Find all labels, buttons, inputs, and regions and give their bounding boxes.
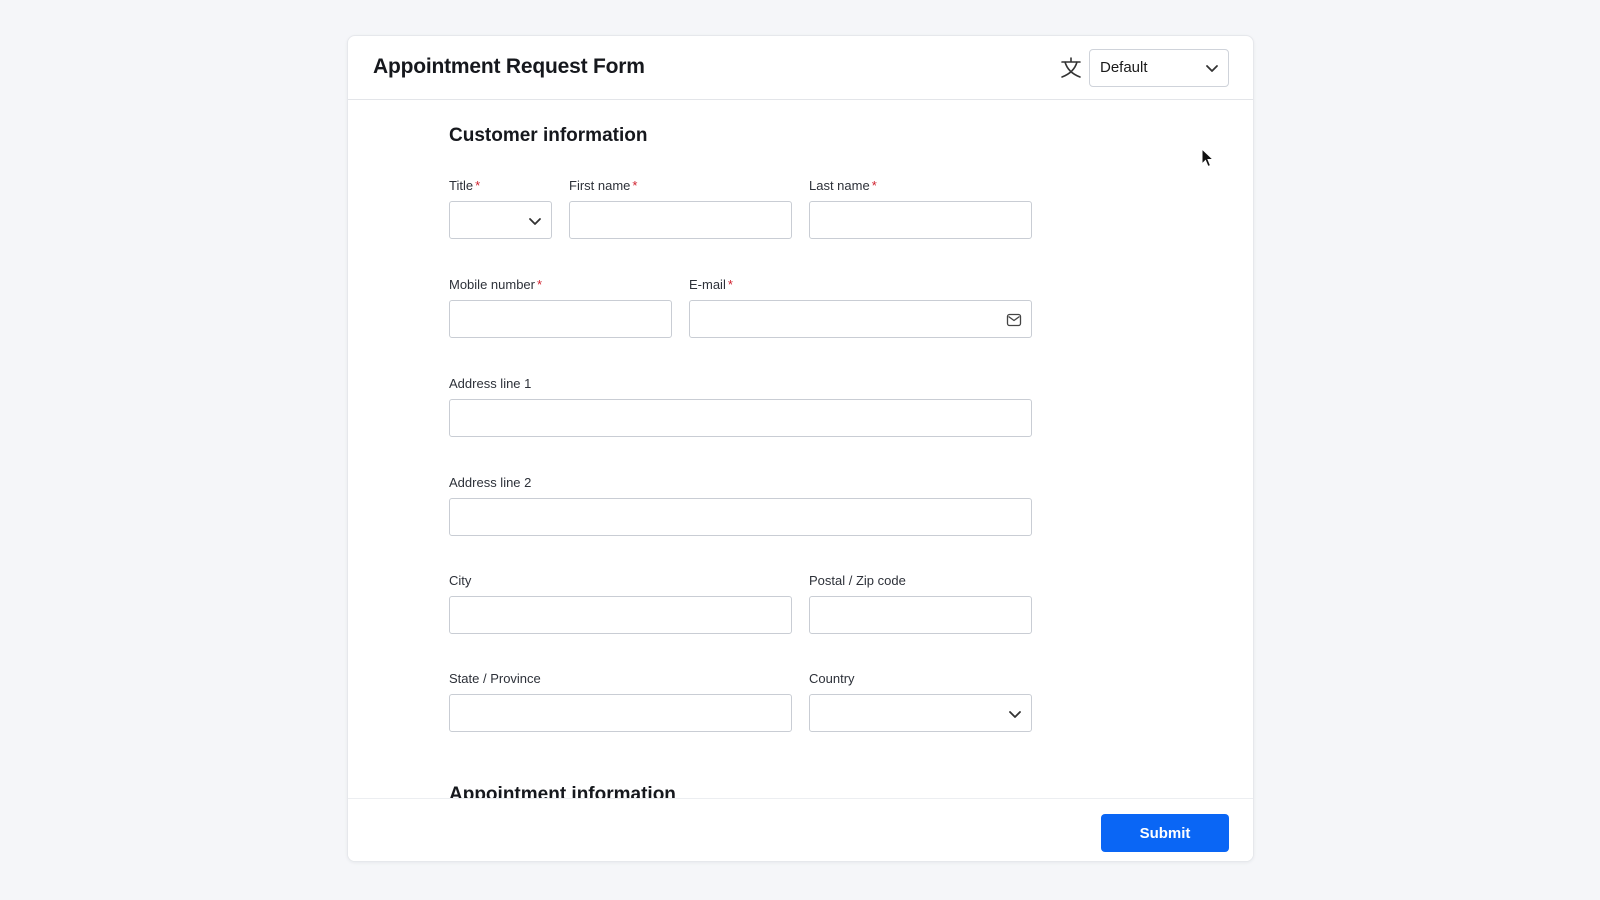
address-line-1-input[interactable]	[449, 399, 1032, 437]
title-label: Title *	[449, 178, 481, 193]
city-label: City	[449, 573, 472, 588]
required-mark: *	[871, 178, 877, 193]
title-select[interactable]	[449, 201, 552, 239]
last-name-label: Last name *	[809, 178, 877, 193]
postal-code-label: Postal / Zip code	[809, 573, 906, 588]
form-title: Appointment Request Form	[373, 55, 645, 78]
city-input[interactable]	[449, 596, 792, 634]
address-line-2-label: Address line 2	[449, 475, 532, 490]
submit-button[interactable]: Submit	[1101, 814, 1229, 852]
email-field[interactable]	[689, 300, 1032, 338]
appointment-section-title: Appointment information	[449, 784, 676, 798]
form-footer: Submit	[348, 798, 1253, 861]
translate-icon[interactable]	[1060, 56, 1082, 80]
address-line-2-input[interactable]	[449, 498, 1032, 536]
required-mark: *	[475, 178, 481, 193]
chevron-down-icon	[1206, 65, 1218, 72]
required-mark: *	[632, 178, 638, 193]
email-label: E-mail *	[689, 277, 733, 292]
address-line-1-label: Address line 1	[449, 376, 532, 391]
country-label: Country	[809, 671, 855, 686]
chevron-down-icon	[1009, 711, 1021, 718]
mobile-number-input[interactable]	[449, 300, 672, 338]
mobile-number-label: Mobile number *	[449, 277, 543, 292]
form-card: Appointment Request Form Default Custome…	[347, 35, 1254, 862]
state-province-label: State / Province	[449, 671, 541, 686]
language-select[interactable]: Default	[1089, 49, 1229, 87]
last-name-input[interactable]	[809, 201, 1032, 239]
form-body[interactable]: Customer information Title * First name * …	[348, 100, 1253, 798]
envelope-icon	[1006, 313, 1022, 327]
mouse-cursor-icon	[1201, 148, 1215, 168]
required-mark: *	[727, 277, 733, 292]
chevron-down-icon	[529, 218, 541, 225]
first-name-label: First name *	[569, 178, 638, 193]
customer-section-title: Customer information	[449, 125, 648, 146]
country-select[interactable]	[809, 694, 1032, 732]
postal-code-input[interactable]	[809, 596, 1032, 634]
required-mark: *	[537, 277, 543, 292]
state-province-input[interactable]	[449, 694, 792, 732]
language-select-value: Default	[1100, 59, 1148, 76]
form-header: Appointment Request Form Default	[348, 36, 1253, 100]
first-name-input[interactable]	[569, 201, 792, 239]
